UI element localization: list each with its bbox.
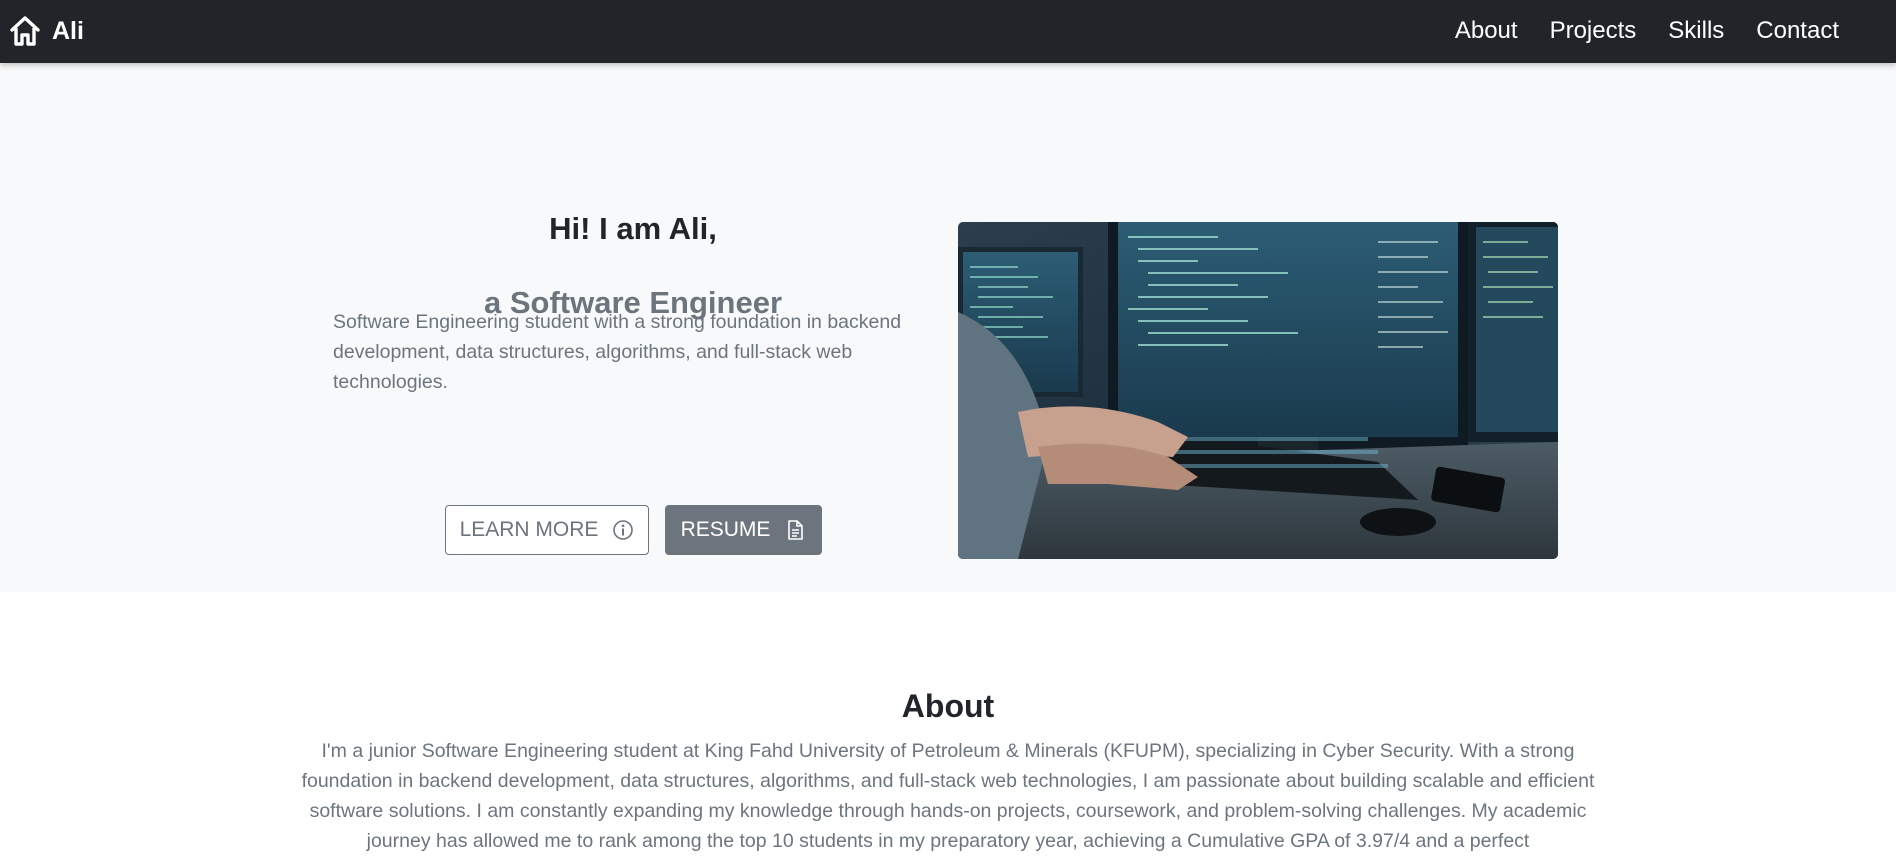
learn-more-label: LEARN MORE	[459, 518, 599, 541]
about-title: About	[901, 688, 995, 724]
nav-link-skills[interactable]: Skills	[1668, 17, 1724, 45]
navbar: Ali About Projects Skills Contact	[0, 0, 1896, 63]
resume-button[interactable]: RESUME	[665, 505, 822, 555]
resume-label: RESUME	[680, 518, 771, 541]
nav-link-projects[interactable]: Projects	[1550, 17, 1637, 45]
hero-description: Software Engineering student with a stro…	[333, 311, 902, 393]
brand-link[interactable]: Ali	[8, 12, 84, 50]
info-circle-icon	[612, 519, 634, 541]
nav-links: About Projects Skills Contact	[1455, 12, 1839, 50]
brand-name: Ali	[52, 16, 84, 45]
home-icon	[8, 14, 42, 48]
nav-link-contact[interactable]: Contact	[1756, 17, 1839, 45]
hero-section: Hi! I am Ali, a Software Engineer Softwa…	[0, 63, 1896, 592]
nav-link-about[interactable]: About	[1455, 17, 1518, 45]
about-text: I'm a junior Software Engineering studen…	[301, 740, 1595, 852]
document-icon	[784, 519, 806, 541]
learn-more-button[interactable]: LEARN MORE	[445, 505, 649, 555]
hero-title: Hi! I am Ali,	[549, 211, 717, 246]
hero-image	[958, 222, 1558, 559]
